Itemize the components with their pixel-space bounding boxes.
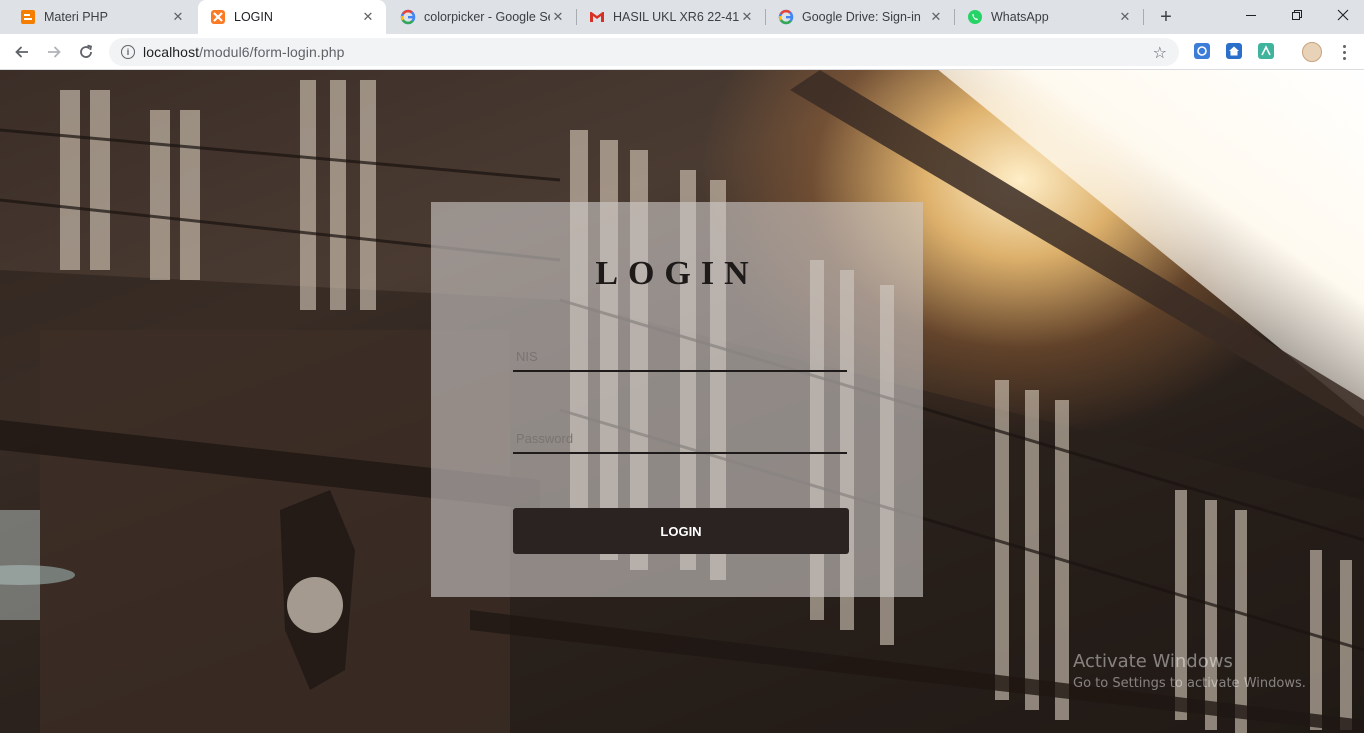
restore-icon xyxy=(1292,10,1302,20)
whatsapp-icon xyxy=(967,9,983,25)
back-arrow-icon xyxy=(15,46,28,58)
tab-separator xyxy=(954,9,955,25)
google-icon xyxy=(400,9,416,25)
tab-google-drive[interactable]: Google Drive: Sign-in ✕ xyxy=(766,0,954,34)
tab-colorpicker[interactable]: colorpicker - Google Se ✕ xyxy=(388,0,576,34)
tab-separator xyxy=(576,9,577,25)
page-background: LOGIN LOGIN Activate Windows Go to Setti… xyxy=(0,70,1364,733)
url-path: /modul6/form-login.php xyxy=(199,44,345,60)
extension-icon[interactable] xyxy=(1258,43,1274,59)
close-window-button[interactable] xyxy=(1320,0,1364,30)
home-extension-icon[interactable] xyxy=(1226,43,1242,59)
back-button[interactable] xyxy=(10,40,34,64)
tab-separator xyxy=(765,9,766,25)
browser-menu-button[interactable] xyxy=(1336,41,1352,63)
tab-title: Google Drive: Sign-in xyxy=(802,10,921,24)
tab-hasil-ukl[interactable]: HASIL UKL XR6 22-41 - ✕ xyxy=(577,0,765,34)
close-icon[interactable]: ✕ xyxy=(550,9,566,25)
tab-title: HASIL UKL XR6 22-41 - xyxy=(613,10,739,24)
close-icon xyxy=(1337,9,1349,21)
tab-title: LOGIN xyxy=(234,10,273,24)
close-icon[interactable]: ✕ xyxy=(170,9,186,25)
password-input[interactable] xyxy=(513,424,847,454)
minimize-icon xyxy=(1246,15,1256,16)
nis-input[interactable] xyxy=(513,342,847,372)
forward-button[interactable] xyxy=(42,40,66,64)
reload-icon xyxy=(80,44,93,58)
close-icon[interactable]: ✕ xyxy=(1117,9,1133,25)
tab-login[interactable]: LOGIN ✕ xyxy=(198,0,386,34)
reload-button[interactable] xyxy=(74,40,98,64)
restore-button[interactable] xyxy=(1274,0,1320,30)
profile-avatar[interactable] xyxy=(1302,42,1322,62)
minimize-button[interactable] xyxy=(1228,0,1274,30)
close-icon[interactable]: ✕ xyxy=(739,9,755,25)
tab-title: Materi PHP xyxy=(44,10,108,24)
xampp-icon xyxy=(210,9,226,25)
login-button[interactable]: LOGIN xyxy=(513,508,849,554)
tab-title: WhatsApp xyxy=(991,10,1049,24)
tab-strip: Materi PHP ✕ LOGIN ✕ colorpicker - Googl… xyxy=(0,0,1364,34)
extension-icon[interactable] xyxy=(1194,43,1210,59)
watermark-subtitle: Go to Settings to activate Windows. xyxy=(1073,676,1306,691)
gmail-icon xyxy=(589,9,605,25)
forward-arrow-icon xyxy=(48,46,61,58)
tab-whatsapp[interactable]: WhatsApp ✕ xyxy=(955,0,1143,34)
google-icon xyxy=(778,9,794,25)
tab-materi-php[interactable]: Materi PHP ✕ xyxy=(8,0,196,34)
watermark-title: Activate Windows xyxy=(1073,651,1233,672)
tab-title: colorpicker - Google Se xyxy=(424,10,550,24)
login-card: LOGIN LOGIN xyxy=(431,202,923,597)
tab-separator xyxy=(1143,9,1144,25)
close-icon[interactable]: ✕ xyxy=(928,9,944,25)
address-bar[interactable]: i localhost/modul6/form-login.php ☆ xyxy=(109,38,1179,66)
url-text: localhost/modul6/form-login.php xyxy=(143,44,345,60)
info-icon[interactable]: i xyxy=(121,45,135,59)
activate-windows-watermark: Activate Windows Go to Settings to activ… xyxy=(1073,651,1306,691)
new-tab-button[interactable]: + xyxy=(1154,5,1178,29)
bookmark-star-icon[interactable]: ☆ xyxy=(1153,43,1167,63)
url-host: localhost xyxy=(143,44,200,60)
login-title: LOGIN xyxy=(595,255,759,292)
close-icon[interactable]: ✕ xyxy=(360,9,376,25)
browser-toolbar: i localhost/modul6/form-login.php ☆ xyxy=(0,34,1364,70)
blogger-icon xyxy=(20,9,36,25)
